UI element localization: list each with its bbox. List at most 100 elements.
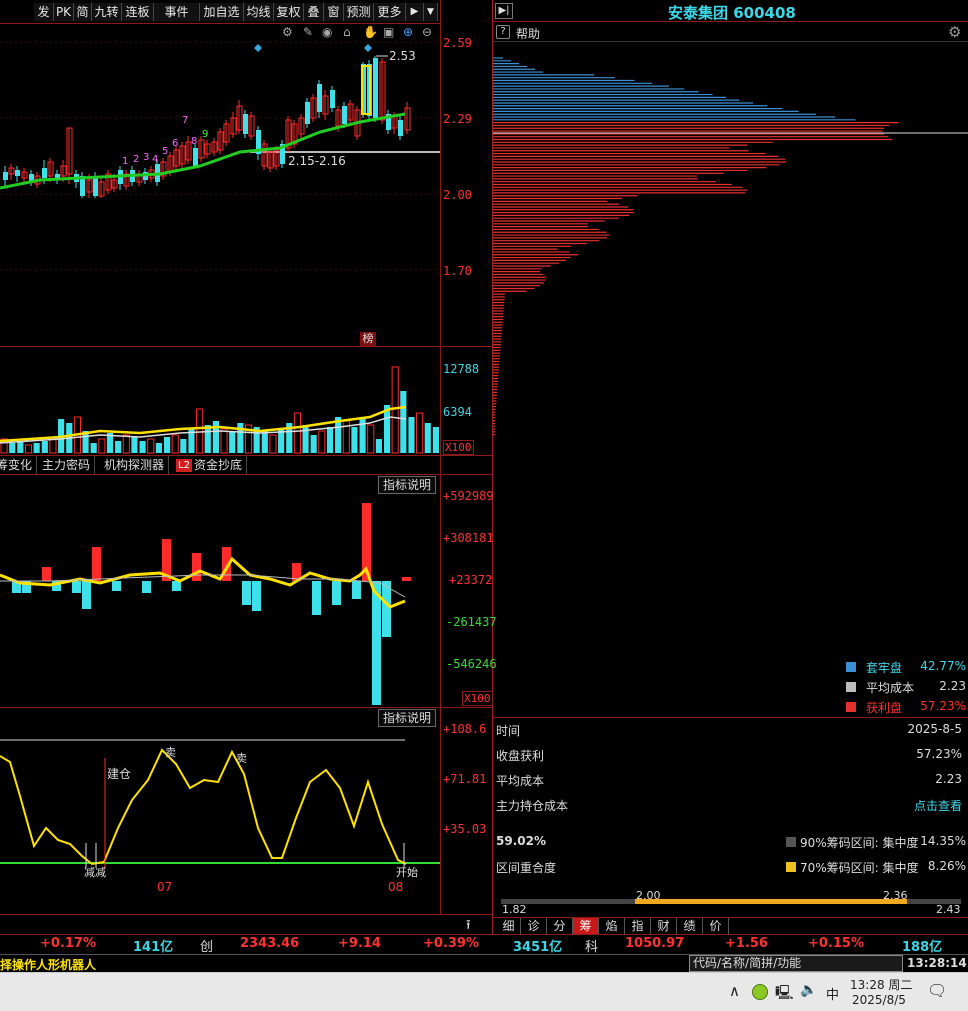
volume-bar xyxy=(359,417,366,453)
volume-bar xyxy=(391,366,399,454)
volume-bar xyxy=(24,444,33,454)
chip-legend-row: 获利盘 57.23% xyxy=(846,699,966,717)
ticker-value: 2343.46 xyxy=(240,936,300,951)
candle-body xyxy=(42,168,47,178)
eye-icon[interactable]: ◉ xyxy=(322,25,332,39)
legend-swatch xyxy=(846,662,856,672)
diamond-marker xyxy=(364,44,372,52)
tab-main-force-code[interactable]: 主力密码 xyxy=(38,456,96,474)
fund-bar xyxy=(252,581,261,611)
volume-bar xyxy=(90,443,97,453)
btab-index[interactable]: 指 xyxy=(625,918,651,935)
taskbar-date[interactable]: 2025/8/5 xyxy=(852,993,906,1007)
candle-body xyxy=(305,102,310,124)
toolbar-btn-fa[interactable]: 发 xyxy=(34,3,54,21)
volume-bar xyxy=(115,441,122,453)
seq-number: 6 xyxy=(172,138,179,149)
fund-bar xyxy=(242,581,251,605)
btab-performance[interactable]: 绩 xyxy=(677,918,703,935)
bang-badge[interactable]: 榜 xyxy=(360,332,376,346)
legend-swatch xyxy=(846,702,856,712)
network-icon[interactable]: 🖳 xyxy=(775,982,794,1006)
btab-flame[interactable]: 焰 xyxy=(599,918,625,935)
toolbar-btn-add-watch[interactable]: 加自选 xyxy=(200,3,244,21)
volume-bar xyxy=(171,434,179,454)
btab-price[interactable]: 价 xyxy=(703,918,729,935)
fund-bar xyxy=(312,581,321,615)
legend-label: 平均成本 xyxy=(866,681,915,695)
osc-bottom-divider xyxy=(0,914,492,915)
fund-flow-chart[interactable] xyxy=(0,475,440,707)
c70-label: 70%筹码区间: 集中度 xyxy=(800,861,919,875)
volume-axis-label: 12788 xyxy=(443,362,480,376)
taskbar-time[interactable]: 13:28 周二 xyxy=(850,976,912,993)
volume-bar xyxy=(147,438,155,454)
toolbar-btn-lianban[interactable]: 连板 xyxy=(122,3,154,21)
candle-body xyxy=(373,58,378,118)
toolbar-more-arrow-icon[interactable]: ▶ xyxy=(406,3,424,21)
diamond-marker xyxy=(254,44,262,52)
zoom-in-icon[interactable]: ⊕ xyxy=(403,25,413,39)
volume-bar xyxy=(416,412,424,454)
fund-bar xyxy=(142,581,151,593)
pen-icon[interactable]: ✎ xyxy=(303,25,313,39)
chip-distribution-chart[interactable] xyxy=(493,44,968,656)
btab-chip[interactable]: 筹 xyxy=(573,918,599,935)
toolbar-dropdown-icon[interactable]: ▼ xyxy=(424,3,438,21)
speaker-icon[interactable]: 🔈 xyxy=(800,982,817,998)
price-chart-icons: ⚙ ✎ ◉ ⌂ ✋ ▣ ⊕ ⊖ xyxy=(282,25,440,41)
volume-bar xyxy=(180,439,187,453)
toolbar-btn-jian[interactable]: 简 xyxy=(74,3,92,21)
fund-indicator-help-button[interactable]: 指标说明 xyxy=(378,476,437,494)
toolbar-btn-window[interactable]: 窗 xyxy=(324,3,344,21)
osc-mark: 减 xyxy=(84,866,95,879)
candle-body xyxy=(243,114,248,134)
toolbar-btn-more[interactable]: 更多 xyxy=(374,3,406,21)
candle-body xyxy=(15,170,20,176)
collapse-panel-icon[interactable]: ▶| xyxy=(495,3,513,19)
c70-value: 8.26% xyxy=(927,859,966,873)
btab-detail[interactable]: 细 xyxy=(497,918,521,935)
toolbar-btn-fuquan[interactable]: 复权 xyxy=(274,3,304,21)
price-chart[interactable] xyxy=(0,24,440,346)
candle-body xyxy=(3,172,8,180)
volume-chart[interactable] xyxy=(0,347,440,455)
chevron-up-icon[interactable]: ∧ xyxy=(729,982,740,1000)
windows-taskbar: ∧ 🖳 🔈 中 13:28 周二 2025/8/5 🗨 xyxy=(0,972,968,1011)
gear-icon[interactable]: ⚙ xyxy=(282,25,293,39)
toolbar-btn-events[interactable]: 事件 xyxy=(154,3,200,21)
toolbar-btn-overlay[interactable]: 叠 xyxy=(304,3,324,21)
main-cost-link[interactable]: 点击查看 xyxy=(914,797,962,814)
price-axis-label: 2.59 xyxy=(443,36,472,50)
settings-gear-icon[interactable]: ⚙ xyxy=(948,23,961,41)
search-input[interactable]: 代码/名称/简拼/功能 xyxy=(689,955,903,972)
tab-capital-bottom[interactable]: 资金抄底 xyxy=(190,456,248,474)
hand-icon[interactable]: ✋ xyxy=(363,25,378,39)
seq-number: 7 xyxy=(182,115,189,126)
ime-indicator[interactable]: 中 xyxy=(826,984,839,1003)
help-label[interactable]: 帮助 xyxy=(516,25,540,42)
help-icon[interactable]: ? xyxy=(496,25,510,39)
fund-bar xyxy=(82,581,91,609)
volume-bar xyxy=(220,428,228,454)
tab-institution-detector[interactable]: 机构探测器 xyxy=(100,456,170,474)
toolbar-btn-forecast[interactable]: 预测 xyxy=(344,3,374,21)
btab-diagnose[interactable]: 诊 xyxy=(521,918,547,935)
price-axis-label: 2.00 xyxy=(443,188,472,202)
oscillator-chart[interactable] xyxy=(0,708,440,914)
toolbar-btn-jiuzhuan[interactable]: 九转 xyxy=(92,3,122,21)
btab-finance[interactable]: 财 xyxy=(651,918,677,935)
volume-bar xyxy=(9,443,16,453)
marquee-text[interactable]: 择操作人形机器人 xyxy=(0,956,96,973)
basket-icon[interactable]: ⌂ xyxy=(343,25,351,39)
info-value: 2025-8-5 xyxy=(907,722,962,736)
zoom-out-icon[interactable]: ⊖ xyxy=(422,25,432,39)
tab-chip-change[interactable]: 筹变化 xyxy=(0,456,38,474)
app-tray-icon[interactable] xyxy=(752,984,768,1000)
toolbar-btn-ma[interactable]: 均线 xyxy=(244,3,274,21)
toolbar-btn-pk[interactable]: PK xyxy=(54,3,74,21)
lock-icon[interactable]: ▣ xyxy=(383,25,394,39)
btab-minute[interactable]: 分 xyxy=(547,918,573,935)
osc-indicator-help-button[interactable]: 指标说明 xyxy=(378,709,437,727)
notification-icon[interactable]: 🗨 xyxy=(927,981,947,1000)
